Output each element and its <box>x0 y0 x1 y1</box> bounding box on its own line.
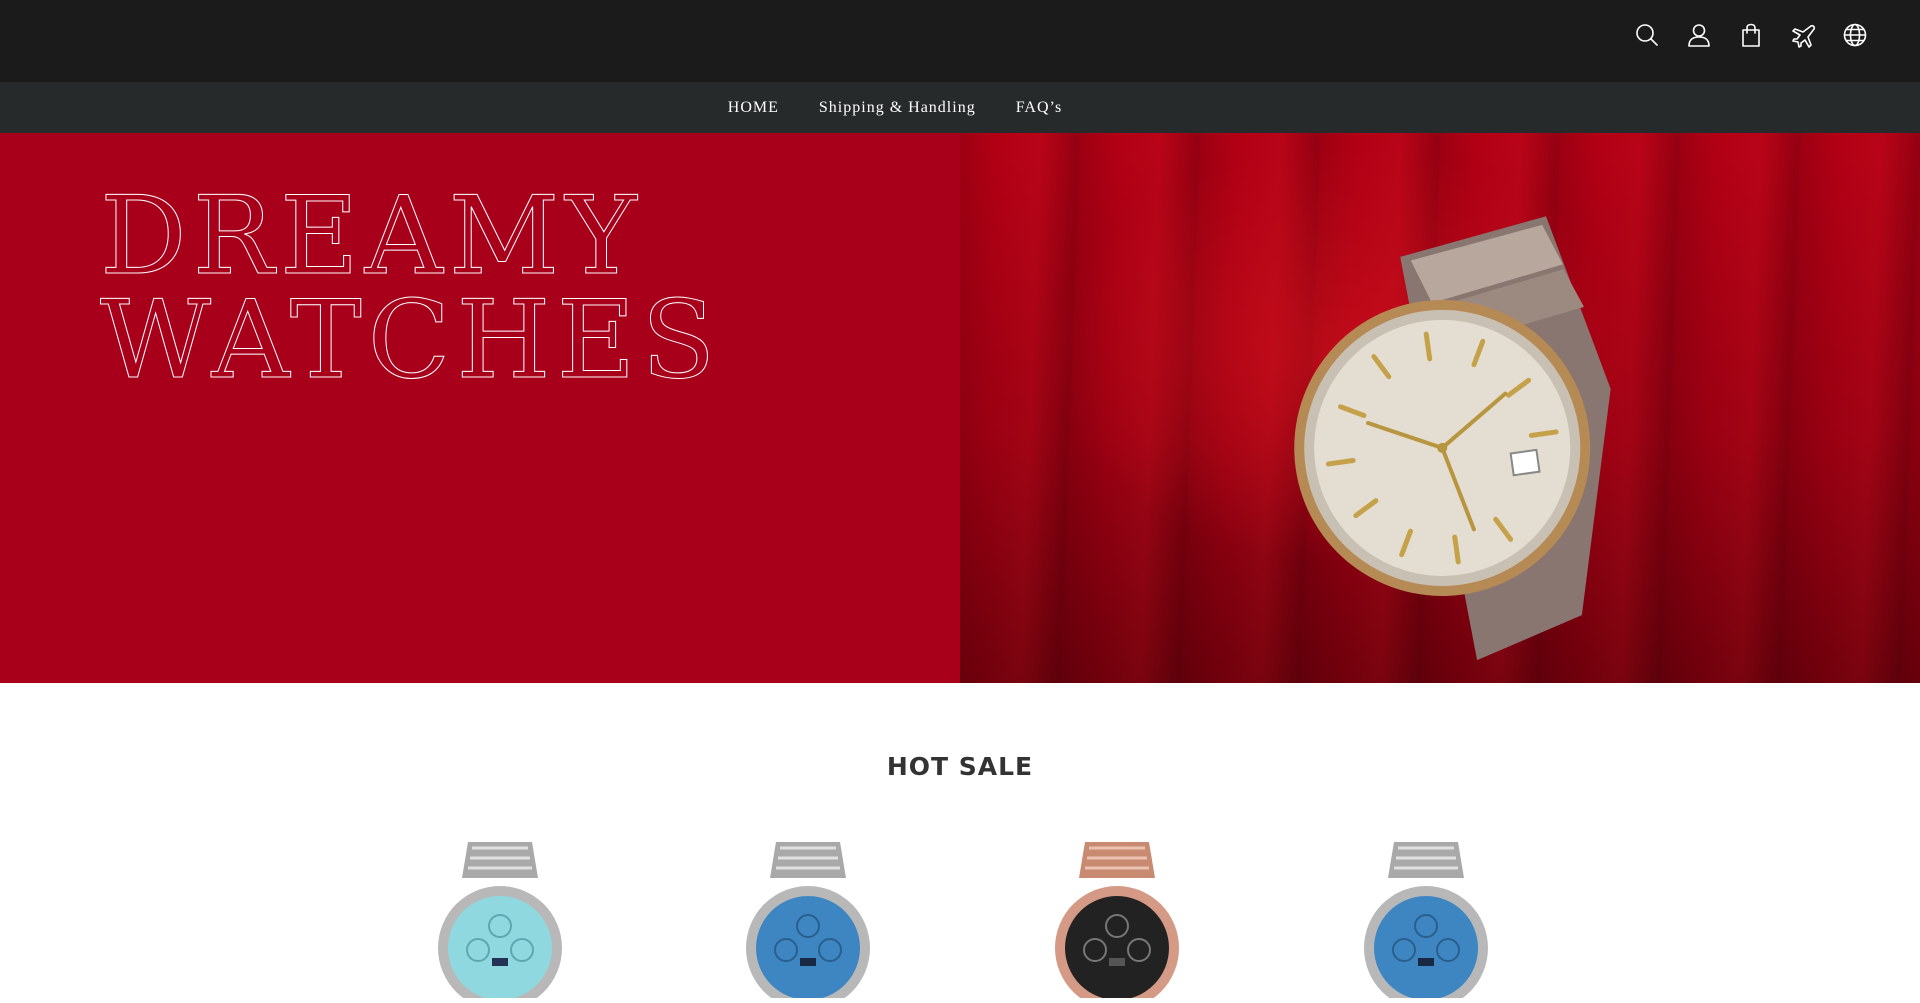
plane-icon[interactable] <box>1789 21 1816 48</box>
product-watch-image <box>746 842 870 1003</box>
product-watch-image <box>438 842 562 1003</box>
hero-watch-image <box>1294 216 1611 661</box>
main-navigation: HOME Shipping & Handling FAQ’s <box>0 82 1920 133</box>
hero-banner[interactable]: DREAMY WATCHES <box>0 133 1920 683</box>
hot-sale-title: HOT SALE <box>886 752 1034 781</box>
top-header-bar <box>0 0 1920 82</box>
product-card-2[interactable] <box>738 838 878 1003</box>
product-watch-image <box>1364 842 1488 1003</box>
globe-icon[interactable] <box>1841 21 1868 48</box>
header-icons <box>1633 21 1868 48</box>
hot-sale-products <box>0 838 1920 1003</box>
search-icon[interactable] <box>1633 21 1660 48</box>
product-watch-image <box>1055 842 1179 1003</box>
product-card-3[interactable] <box>1047 838 1187 1003</box>
bag-icon[interactable] <box>1737 21 1764 48</box>
nav-home[interactable]: HOME <box>728 99 779 117</box>
account-icon[interactable] <box>1685 21 1712 48</box>
nav-faqs[interactable]: FAQ’s <box>1016 99 1063 117</box>
hero-title-line-2: WATCHES <box>99 278 722 403</box>
hero-title: DREAMY WATCHES <box>99 174 722 403</box>
product-card-1[interactable] <box>430 838 570 1003</box>
nav-shipping-handling[interactable]: Shipping & Handling <box>819 99 976 117</box>
product-card-4[interactable] <box>1356 838 1496 1003</box>
hero-title-line-1: DREAMY <box>99 174 643 299</box>
